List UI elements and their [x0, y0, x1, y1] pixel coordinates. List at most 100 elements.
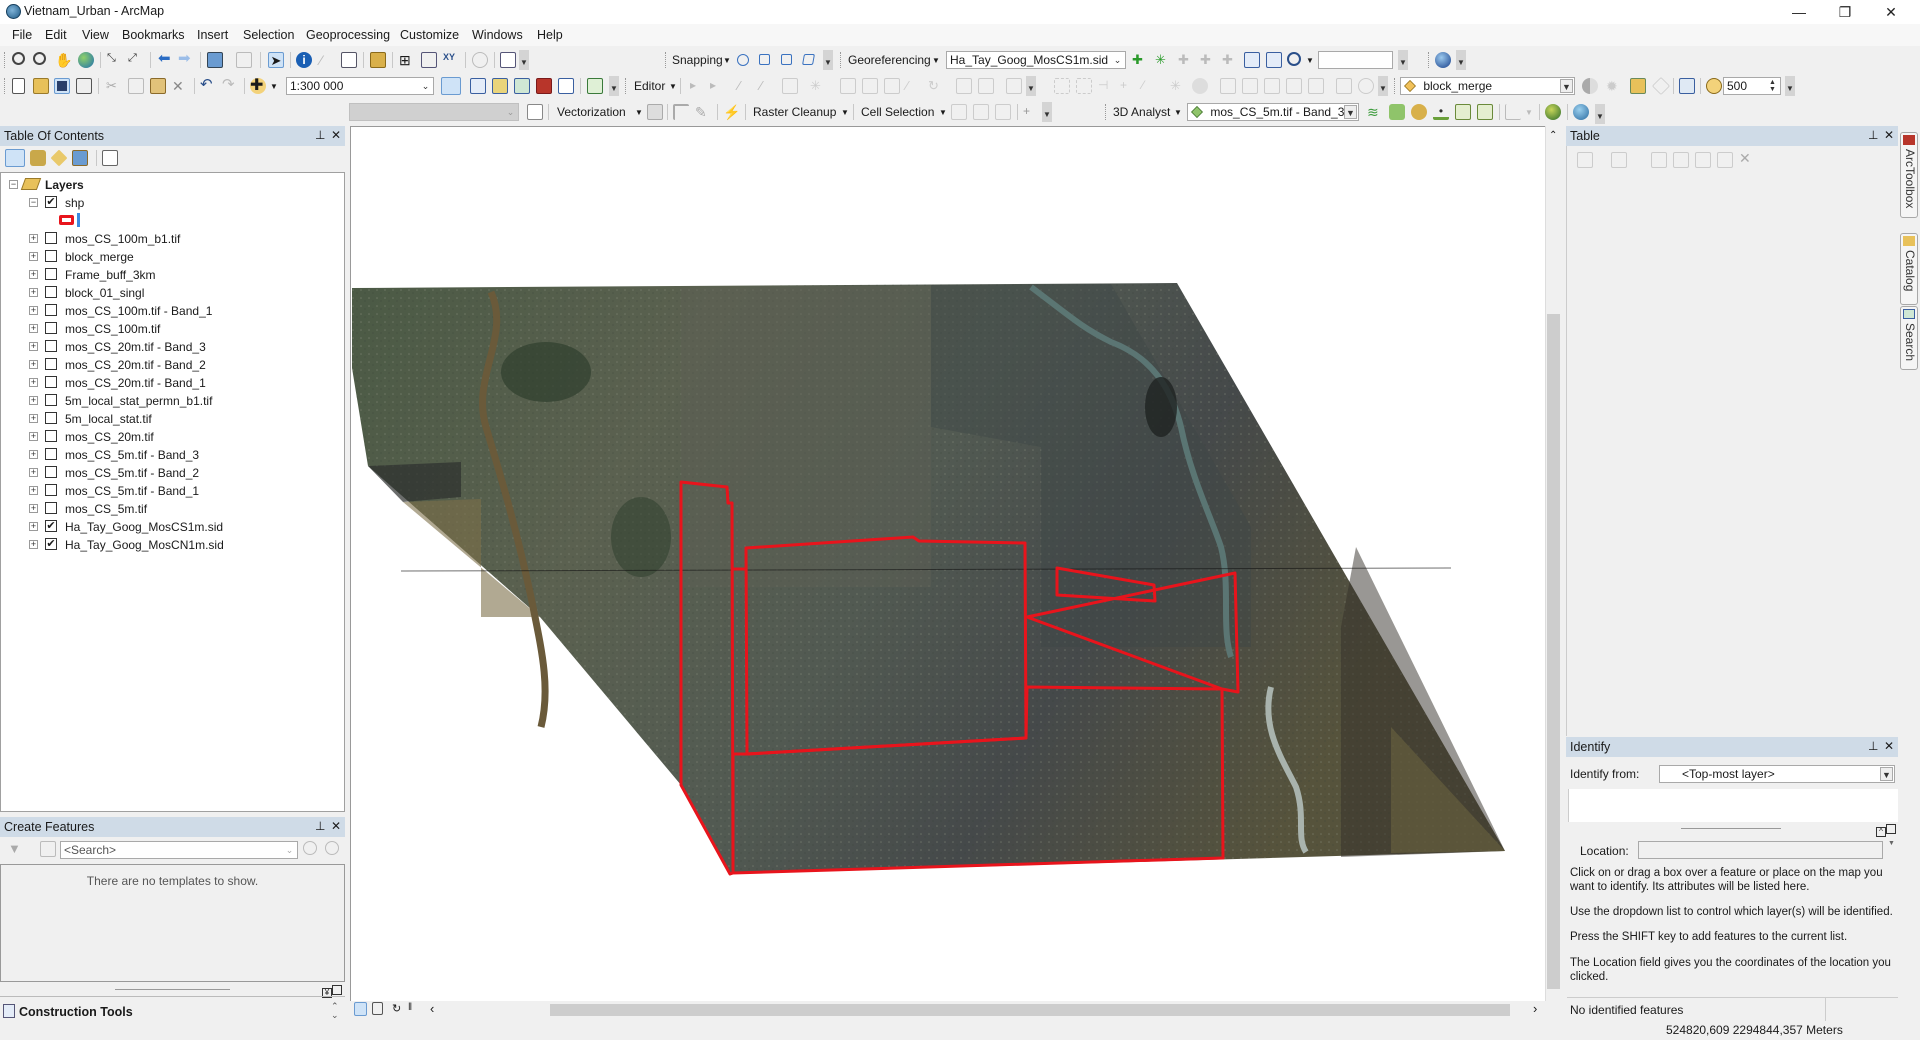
target-layer-select[interactable]: block_merge ▼ [1400, 77, 1575, 95]
toolbar-grip[interactable] [4, 78, 7, 94]
toc-layer-row[interactable]: + mos_CS_20m.tif - Band_3 [29, 338, 329, 356]
list-by-visibility-icon[interactable] [50, 149, 68, 167]
layer-visibility-checkbox[interactable] [45, 358, 57, 370]
map-view[interactable] [350, 126, 1545, 1001]
layer-visibility-checkbox[interactable] [45, 466, 57, 478]
toc-layer-row[interactable]: + mos_CS_5m.tif - Band_3 [29, 446, 329, 464]
3d-analyst-dropdown-arrow-icon[interactable]: ▼ [1174, 108, 1182, 117]
toc-layer-row[interactable]: + mos_CS_5m.tif [29, 500, 329, 518]
topology-select-icon[interactable] [1054, 78, 1070, 94]
raster-cleanup-menu[interactable]: Raster Cleanup [753, 105, 836, 119]
map-vertical-scrollbar[interactable]: ⌃ [1545, 126, 1561, 1001]
layer-visibility-checkbox[interactable] [45, 376, 57, 388]
toolbar-options-chevron[interactable]: ▼ [1378, 76, 1388, 96]
find-binoculars-icon[interactable]: ⊞ [399, 52, 415, 68]
merge-icon[interactable] [1264, 78, 1280, 94]
expand-icon[interactable]: + [29, 270, 38, 279]
editor-dropdown-arrow-icon[interactable]: ▼ [669, 82, 677, 91]
clip-icon[interactable] [1336, 78, 1352, 94]
toc-layer-row[interactable]: + ✔ Ha_Tay_Goog_MosCN1m.sid [29, 536, 329, 554]
layer-visibility-checkbox[interactable]: ✔ [45, 196, 57, 208]
toc-layer-row[interactable]: + mos_CS_100m.tif [29, 320, 329, 338]
steepest-path-icon[interactable] [1389, 104, 1405, 120]
cell-selection-dropdown-arrow-icon[interactable]: ▼ [939, 108, 947, 117]
toc-layer-row[interactable]: + mos_CS_5m.tif - Band_1 [29, 482, 329, 500]
vectorization-settings-icon[interactable] [527, 104, 543, 120]
location-dropdown-icon[interactable]: ▼ [1888, 840, 1895, 847]
flicker-icon[interactable]: ✹ [1606, 78, 1622, 94]
layout-view-icon[interactable] [372, 1002, 383, 1015]
identify-from-select[interactable]: <Top-most layer> ▼ [1659, 765, 1895, 783]
cut-icon[interactable]: ✂ [106, 78, 122, 94]
smooth-icon[interactable] [1192, 78, 1208, 94]
arcgis-online-globe-icon[interactable] [1435, 52, 1451, 68]
fixed-zoom-in-icon[interactable]: ⤡ [107, 52, 123, 68]
interpolate-point-icon[interactable]: • [1433, 104, 1449, 120]
minimize-button[interactable]: — [1776, 0, 1822, 24]
expand-icon[interactable]: + [29, 450, 38, 459]
rotate-tool-icon[interactable]: ↻ [928, 78, 944, 94]
vertex-snapping-icon[interactable] [781, 54, 792, 65]
time-slider-icon[interactable] [472, 52, 488, 68]
toc-layer-row[interactable]: + mos_CS_20m.tif - Band_2 [29, 356, 329, 374]
line-intersection-icon[interactable]: ⁄ [1142, 78, 1158, 94]
close-icon[interactable]: ✕ [331, 819, 341, 833]
effects-image-icon[interactable] [1630, 78, 1646, 94]
toc-layer-row[interactable]: + ✔ Ha_Tay_Goog_MosCS1m.sid [29, 518, 329, 536]
snapping-menu[interactable]: Snapping [672, 53, 723, 67]
restore-button[interactable]: ❐ [1822, 0, 1868, 24]
point-snapping-icon[interactable] [737, 54, 749, 66]
profile-dropdown-arrow-icon[interactable]: ▼ [1525, 108, 1533, 117]
toc-layer-row[interactable]: + mos_CS_20m.tif [29, 428, 329, 446]
select-by-attributes-icon[interactable] [1651, 152, 1667, 168]
align-to-shape-icon[interactable] [1220, 78, 1236, 94]
map-scale-select[interactable]: 1:300 000 ⌄ [286, 77, 434, 95]
georeferencing-rotate-input[interactable] [1318, 51, 1393, 69]
expand-icon[interactable]: + [29, 504, 38, 513]
layer-visibility-checkbox[interactable] [45, 286, 57, 298]
extend-icon[interactable]: ⊣ [1098, 78, 1114, 94]
layer-transparency-icon[interactable] [1651, 76, 1671, 96]
swipe-icon[interactable] [1582, 78, 1598, 94]
raster-painter-icon[interactable] [673, 104, 689, 120]
toc-layer-row[interactable]: + block_01_singl [29, 284, 329, 302]
menu-selection[interactable]: Selection [243, 28, 294, 42]
straight-segment-icon[interactable]: ⁄ [738, 78, 754, 94]
buffer-icon[interactable] [1286, 78, 1302, 94]
layer-visibility-checkbox[interactable] [45, 268, 57, 280]
pause-drawing-icon[interactable]: ǁ [408, 1002, 424, 1018]
undo-icon[interactable]: ↶ [200, 77, 216, 94]
layer-visibility-checkbox[interactable] [45, 412, 57, 424]
georeferencing-layer-select[interactable]: Ha_Tay_Goog_MosCS1m.sid ⌄ [946, 51, 1126, 69]
layer-visibility-checkbox[interactable] [45, 484, 57, 496]
expand-icon[interactable]: + [29, 486, 38, 495]
pin-icon[interactable]: ⊥ [1868, 128, 1878, 142]
toc-layer-row[interactable]: + mos_CS_100m.tif - Band_1 [29, 302, 329, 320]
pencil-icon[interactable]: ✎ [695, 104, 711, 120]
time-window-icon[interactable] [1679, 78, 1695, 94]
paste-icon[interactable] [150, 78, 166, 94]
toc-layer-row[interactable]: + mos_CS_100m_b1.tif [29, 230, 329, 248]
expand-icon[interactable]: + [29, 360, 38, 369]
toolbar-grip[interactable] [1428, 52, 1431, 68]
topology-edit-icon[interactable] [1076, 78, 1092, 94]
shp-legend-symbol[interactable] [59, 212, 89, 230]
link-table-icon[interactable] [1266, 52, 1282, 68]
list-by-drawing-order-icon[interactable] [5, 149, 25, 167]
toolbar-options-chevron[interactable]: ▼ [519, 50, 529, 70]
vertical-scroll-thumb[interactable] [1547, 314, 1560, 989]
trim-icon[interactable]: + [1120, 78, 1136, 94]
clear-selection-table-icon[interactable] [1695, 152, 1711, 168]
menu-customize[interactable]: Customize [400, 28, 459, 42]
time-value-stepper[interactable]: 500 ▲ ▼ [1723, 77, 1781, 95]
vectorization-dropdown-arrow-icon[interactable]: ▼ [635, 108, 643, 117]
toolbar-grip[interactable] [1105, 104, 1108, 120]
edit-annotation-icon[interactable]: ▸ [710, 78, 726, 94]
auto-registration-icon[interactable]: ✳ [1155, 52, 1171, 68]
delete-link-icon[interactable]: ✚ [1222, 52, 1238, 68]
layer-visibility-checkbox[interactable] [45, 448, 57, 460]
expand-icon[interactable]: + [29, 396, 38, 405]
endpoint-arc-icon[interactable]: ⁄ [760, 78, 776, 94]
interpolate-line-icon[interactable] [1455, 104, 1471, 120]
vectorization-layer-select[interactable]: ⌄ [349, 103, 519, 121]
